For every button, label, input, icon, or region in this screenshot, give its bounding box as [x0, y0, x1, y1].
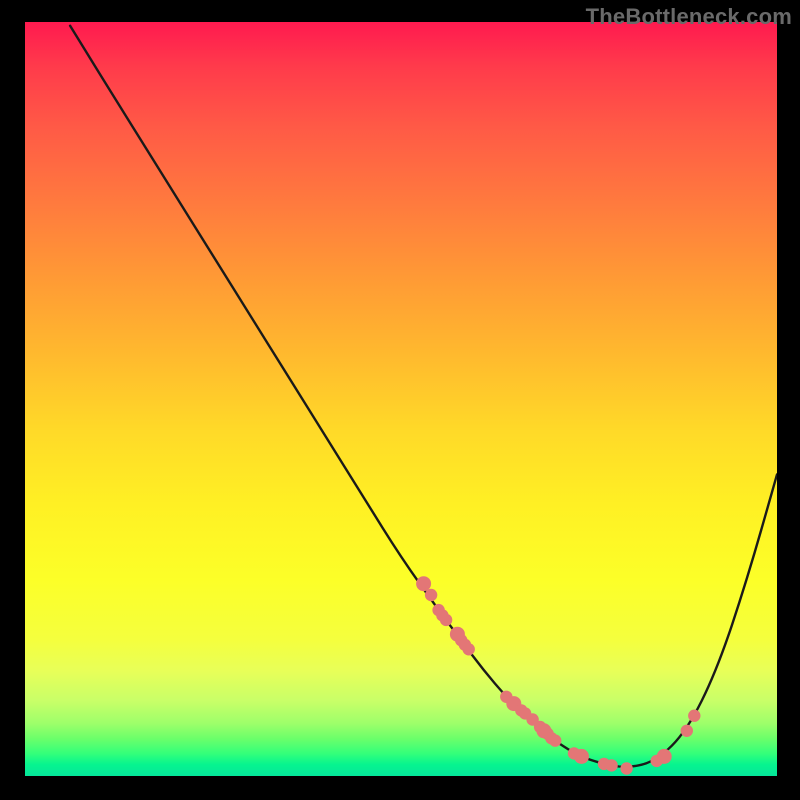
data-point [605, 759, 617, 771]
bottleneck-curve [70, 26, 777, 767]
data-point [681, 725, 693, 737]
data-point [688, 710, 700, 722]
data-point [620, 762, 632, 774]
chart-svg [25, 22, 777, 776]
data-point [425, 589, 437, 601]
data-point [657, 749, 672, 764]
plot-area [25, 22, 777, 776]
curve-points-group [416, 576, 700, 775]
data-point [416, 576, 431, 591]
chart-stage: TheBottleneck.com [0, 0, 800, 800]
data-point [440, 614, 452, 626]
data-point [463, 643, 475, 655]
data-point [574, 749, 589, 764]
data-point [549, 734, 561, 746]
attribution-label: TheBottleneck.com [586, 4, 792, 30]
